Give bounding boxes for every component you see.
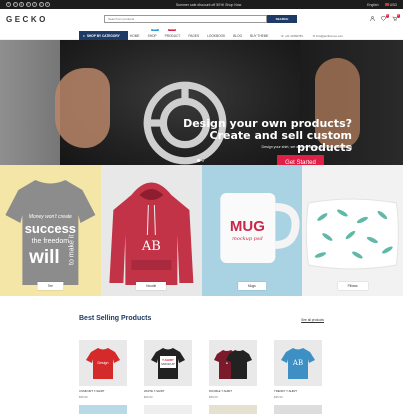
tee-print-line-3: the freedom <box>32 238 70 245</box>
product-card[interactable]: T-SHIRT MOCKUP White T-Shirt $29.00 <box>144 340 192 399</box>
category-label[interactable]: Pillows <box>337 282 368 290</box>
social-links: f t g p i y v <box>6 2 50 7</box>
nav-tag-badge: NEW <box>150 28 159 31</box>
category-tee[interactable]: Money won't create success the freedom w… <box>0 165 101 296</box>
hoodie-image: AB <box>109 182 194 285</box>
product-card[interactable]: Design Comfort T-Shirt $35.00 <box>79 340 127 399</box>
svg-text:Design: Design <box>98 361 109 365</box>
category-label[interactable]: Tee <box>37 282 63 290</box>
cart-count: 0 <box>396 14 400 18</box>
product-image[interactable] <box>144 405 192 414</box>
product-image[interactable] <box>79 405 127 414</box>
category-mugs[interactable]: MUG mockup psd Mugs <box>201 165 303 296</box>
promo-text[interactable]: Summer sale discount off 50%! Shop Now <box>176 3 242 7</box>
svg-text:AB: AB <box>141 239 161 254</box>
nav-menu: Home Shop NEW Product SALE Pages Lookbook Blog B… <box>130 28 269 40</box>
cart-icon[interactable]: 0 <box>392 14 400 21</box>
slider-dot[interactable] <box>201 159 204 162</box>
product-name[interactable]: Trendy T-Shirt <box>274 389 322 393</box>
svg-text:AB: AB <box>292 359 303 367</box>
nav-item-blog[interactable]: Blog <box>233 34 242 38</box>
section-title: Best Selling Products <box>79 315 152 322</box>
shop-by-category-button[interactable]: ≡ SHOP BY CATEGORY <box>79 31 128 40</box>
google-plus-icon[interactable]: g <box>19 2 24 7</box>
product-image[interactable]: E <box>209 340 257 386</box>
logo[interactable]: GECKO <box>6 15 48 24</box>
svg-text:E: E <box>226 361 228 365</box>
tee-print-line-5: will <box>28 247 60 268</box>
see-all-products-link[interactable]: See all products <box>301 318 324 322</box>
tee-print-line-2: success <box>25 221 76 236</box>
product-price: $29.00 <box>144 395 153 399</box>
search-input[interactable] <box>104 15 267 23</box>
product-card[interactable]: AB Trendy T-Shirt $35.00 <box>274 340 322 399</box>
nav-item-product[interactable]: Product SALE <box>165 28 180 38</box>
tee-image: Money won't create success the freedom w… <box>5 180 96 285</box>
wishlist-count: 0 <box>385 14 389 18</box>
currency-select[interactable]: USD <box>384 3 397 7</box>
category-label[interactable]: Hoodie <box>136 282 167 290</box>
slider-dots <box>197 159 204 162</box>
main-nav: ≡ SHOP BY CATEGORY Home Shop NEW Product SAL… <box>0 28 403 40</box>
pillow-image <box>306 198 400 270</box>
svg-text:MOCKUP: MOCKUP <box>161 362 174 366</box>
pinterest-icon[interactable]: p <box>25 2 31 7</box>
tee-print-line-4: to make it <box>68 235 75 265</box>
product-image[interactable] <box>209 405 257 414</box>
menu-icon: ≡ <box>83 33 85 38</box>
product-image[interactable]: AB <box>274 340 322 386</box>
nav-item-lookbook[interactable]: Lookbook <box>207 34 225 38</box>
phone-text: ☏ +01 23456789 <box>280 33 303 38</box>
product-price: $35.00 <box>79 395 88 399</box>
search-bar: SEARCH <box>104 15 297 23</box>
product-image[interactable]: T-SHIRT MOCKUP <box>144 340 192 386</box>
hero-subtext: Design your shirt, set a price, add a go… <box>261 145 353 149</box>
tee-print-line-1: Money won't create <box>29 214 72 220</box>
nav-item-buy-theme[interactable]: Buy Theme <box>250 34 268 38</box>
instagram-icon[interactable]: i <box>32 2 37 7</box>
product-name[interactable]: Double T-Shirt <box>209 389 257 393</box>
wishlist-icon[interactable]: 0 <box>381 14 389 21</box>
top-bar: f t g p i y v Summer sale discount off 5… <box>0 0 403 9</box>
product-card[interactable]: E Double T-Shirt $39.00 <box>209 340 257 399</box>
product-image[interactable]: Design <box>79 340 127 386</box>
product-grid-row-2 <box>79 405 324 414</box>
product-price: $39.00 <box>209 395 218 399</box>
nav-tag-badge: SALE <box>167 28 177 31</box>
product-name[interactable]: Comfort T-Shirt <box>79 389 127 393</box>
mug-print-sub: mockup psd <box>232 236 263 242</box>
mug-image: MUG mockup psd <box>219 193 299 263</box>
nav-item-home[interactable]: Home <box>130 34 140 38</box>
flag-icon <box>384 3 389 7</box>
product-price: $35.00 <box>274 395 283 399</box>
search-button[interactable]: SEARCH <box>267 15 297 23</box>
nav-item-pages[interactable]: Pages <box>188 34 199 38</box>
product-grid: Design Comfort T-Shirt $35.00 T-SHIRT MOC… <box>79 340 324 399</box>
language-select[interactable]: English <box>367 3 378 7</box>
contact-info: ☏ +01 23456789 ✉ info@jamthemes.com <box>281 31 343 40</box>
facebook-icon[interactable]: f <box>6 2 11 7</box>
mug-print-title: MUG <box>229 218 264 235</box>
hero-banner: Design your own products? Create and sel… <box>0 40 403 165</box>
category-label[interactable]: Mugs <box>237 282 266 290</box>
user-icon[interactable] <box>370 16 375 22</box>
youtube-icon[interactable]: y <box>38 2 44 7</box>
header: GECKO SEARCH 0 0 <box>0 9 403 31</box>
category-hoodie[interactable]: AB Hoodie <box>100 165 202 296</box>
hero-hand-left <box>55 68 110 148</box>
category-pillows[interactable]: Pillows <box>302 165 403 296</box>
product-name[interactable]: White T-Shirt <box>144 389 192 393</box>
vimeo-icon[interactable]: v <box>45 2 50 7</box>
slider-dot[interactable] <box>197 159 200 162</box>
twitter-icon[interactable]: t <box>12 2 18 7</box>
category-banners: Money won't create success the freedom w… <box>0 165 403 296</box>
get-started-button[interactable]: Get Started <box>277 155 324 165</box>
nav-item-shop[interactable]: Shop NEW <box>148 28 159 38</box>
email-text: ✉ info@jamthemes.com <box>312 33 343 38</box>
product-image[interactable] <box>274 405 322 414</box>
